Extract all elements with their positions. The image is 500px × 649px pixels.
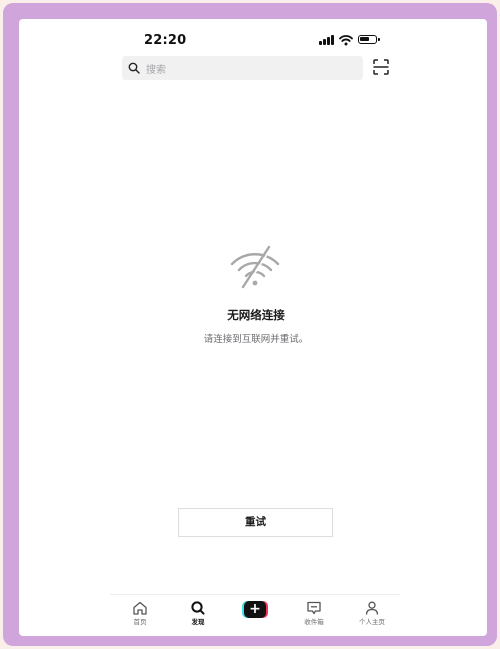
tab-discover-label: 发现 xyxy=(191,618,205,626)
tab-home-label: 首页 xyxy=(133,618,147,626)
search-icon xyxy=(191,601,205,615)
tab-discover[interactable]: 发现 xyxy=(178,599,218,633)
phone-screen: 22:20 搜索 无网络连接 请连接到互联网并重试。 重试 首页 发现 + 收件… xyxy=(19,19,487,636)
device-frame: 22:20 搜索 无网络连接 请连接到互联网并重试。 重试 首页 发现 + 收件… xyxy=(3,3,497,646)
search-placeholder: 搜索 xyxy=(146,65,166,76)
retry-button[interactable]: 重试 xyxy=(178,508,333,537)
inbox-icon xyxy=(307,601,321,615)
no-wifi-icon xyxy=(230,245,280,289)
status-time: 22:20 xyxy=(144,33,187,48)
tab-profile-label: 个人主页 xyxy=(359,618,385,626)
search-input[interactable]: 搜索 xyxy=(122,56,363,80)
plus-icon: + xyxy=(244,601,266,618)
tab-home[interactable]: 首页 xyxy=(120,599,160,633)
create-button[interactable]: + xyxy=(242,601,268,618)
scan-icon[interactable] xyxy=(373,59,389,75)
profile-icon xyxy=(365,601,379,615)
no-network-subtitle: 请连接到互联网并重试。 xyxy=(203,334,309,345)
battery-icon xyxy=(358,35,380,44)
tab-profile[interactable]: 个人主页 xyxy=(352,599,392,633)
bottom-tab-bar: 首页 发现 + 收件箱 个人主页 xyxy=(110,594,400,636)
tab-inbox[interactable]: 收件箱 xyxy=(294,599,334,633)
home-icon xyxy=(133,601,147,615)
search-icon xyxy=(128,62,140,74)
wifi-icon xyxy=(339,35,353,46)
cellular-signal-icon xyxy=(319,35,335,45)
tab-inbox-label: 收件箱 xyxy=(304,618,324,626)
no-network-title: 无网络连接 xyxy=(227,308,285,322)
